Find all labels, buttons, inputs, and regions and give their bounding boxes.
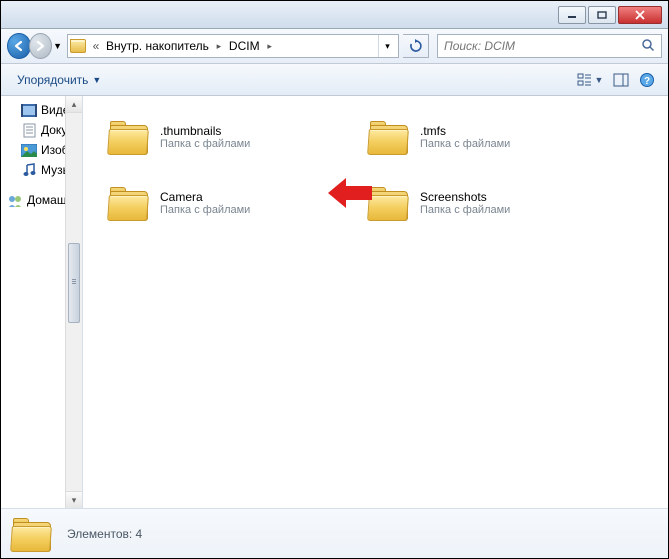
breadcrumb-item-dcim[interactable]: DCIM [225,35,264,57]
folder-item-tmfs[interactable]: .tmfs Папка с файлами [363,114,583,160]
breadcrumb-label: DCIM [229,39,260,53]
annotation-arrow [328,178,372,208]
folder-item-camera[interactable]: Camera Папка с файлами [103,180,323,226]
organize-button[interactable]: Упорядочить ▼ [9,70,109,90]
svg-text:?: ? [644,76,650,87]
folder-icon [368,185,410,221]
chevron-down-icon: ▼ [92,75,101,85]
tree-label: Доку [41,123,67,137]
image-icon [21,142,37,158]
status-bar: Элементов: 4 [1,508,668,558]
folder-item-thumbnails[interactable]: .thumbnails Папка с файлами [103,114,323,160]
folder-icon [11,516,53,552]
folder-name: Camera [160,190,318,204]
folder-icon [70,39,86,53]
minimize-button[interactable] [558,6,586,24]
video-icon [21,102,37,118]
folder-name: .tmfs [420,124,578,138]
folder-type: Папка с файлами [420,138,578,150]
preview-pane-button[interactable] [608,68,634,92]
refresh-button[interactable] [403,34,429,58]
breadcrumb-separator[interactable]: ▸ [213,35,225,57]
scroll-track[interactable] [66,113,82,491]
status-text: Элементов: 4 [67,527,142,541]
organize-label: Упорядочить [17,73,88,87]
folder-item-screenshots[interactable]: Screenshots Папка с файлами [363,180,583,226]
folder-name: .thumbnails [160,124,318,138]
chevron-down-icon: ▼ [595,75,604,85]
breadcrumb-separator[interactable]: ▸ [264,35,276,57]
folder-icon [108,119,150,155]
scroll-up-button[interactable]: ▴ [66,96,82,113]
music-icon [21,162,37,178]
folder-name: Screenshots [420,190,578,204]
view-mode-button[interactable]: ▼ [572,68,608,92]
folder-icon [108,185,150,221]
nav-forward-button[interactable] [29,33,53,59]
address-bar[interactable]: « Внутр. накопитель ▸ DCIM ▸ ▾ [67,34,399,58]
folder-type: Папка с файлами [160,204,318,216]
tree-label: Домаш [27,193,67,207]
maximize-button[interactable] [588,6,616,24]
nav-back-button[interactable] [7,33,31,59]
navigation-tree: Виде Доку Изоб Музы Домаш ▴ [1,96,83,508]
folder-content-area: .thumbnails Папка с файлами .tmfs Папка … [83,96,668,508]
scroll-down-button[interactable]: ▾ [66,491,82,508]
search-box[interactable] [437,34,662,58]
address-dropdown[interactable]: ▾ [378,35,396,57]
breadcrumb-label: Внутр. накопитель [106,39,209,53]
help-button[interactable]: ? [634,68,660,92]
scroll-thumb[interactable] [68,243,80,323]
breadcrumb-overflow[interactable]: « [90,35,102,57]
folder-icon [368,119,410,155]
search-icon [641,38,655,55]
nav-history-dropdown[interactable]: ▼ [52,33,63,59]
homegroup-icon [7,192,23,208]
search-input[interactable] [444,39,641,53]
sidebar-scrollbar[interactable]: ▴ ▾ [65,96,82,508]
document-icon [21,122,37,138]
breadcrumb-item-storage[interactable]: Внутр. накопитель [102,35,213,57]
navigation-bar: ▼ « Внутр. накопитель ▸ DCIM ▸ ▾ [1,29,668,64]
command-toolbar: Упорядочить ▼ ▼ ? [1,64,668,96]
folder-type: Папка с файлами [160,138,318,150]
close-button[interactable] [618,6,662,24]
window-titlebar [1,1,668,29]
folder-type: Папка с файлами [420,204,578,216]
